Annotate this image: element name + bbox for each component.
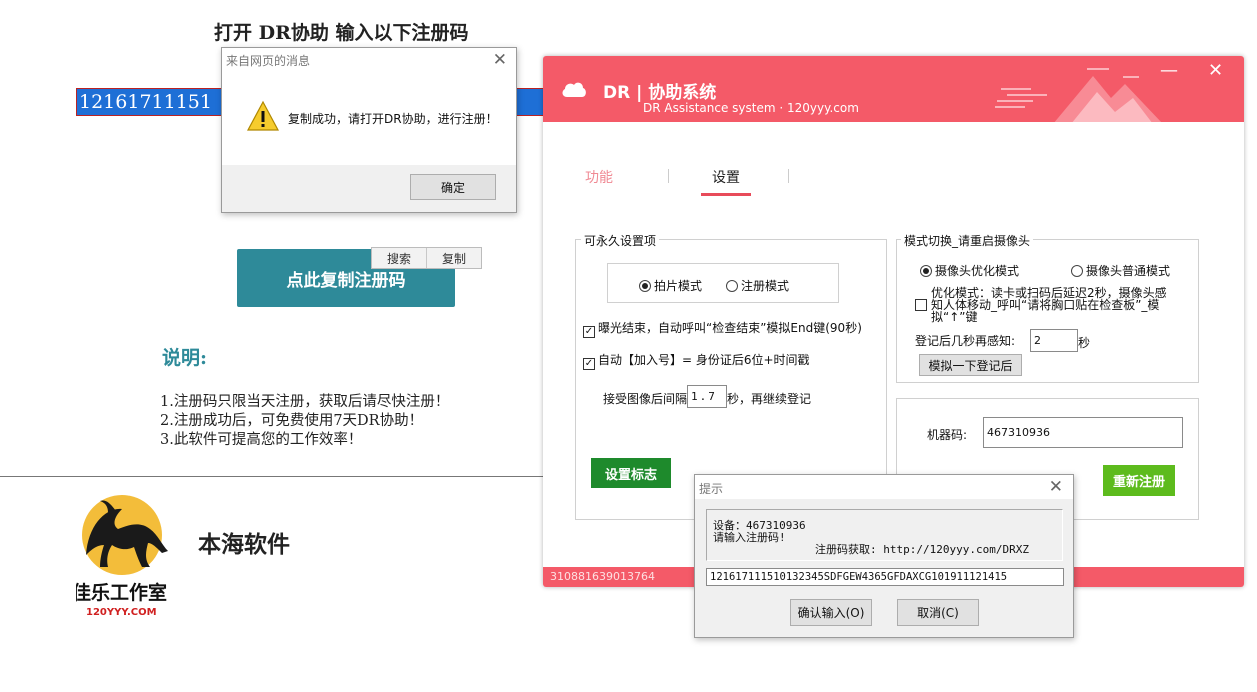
- logo: 佳乐工作室 120YYY.COM: [72, 495, 186, 620]
- app-subtitle: DR Assistance system · 120yyy.com: [643, 101, 859, 115]
- radio-checked-icon: [639, 280, 651, 292]
- optimized-hint-checkbox[interactable]: [915, 299, 927, 311]
- radio-camera-optimized[interactable]: 摄像头优化模式: [920, 262, 1019, 279]
- notes-title: 说明:: [162, 347, 208, 369]
- radio-label: 拍片模式: [654, 279, 703, 293]
- context-menu-search[interactable]: 搜索: [372, 248, 427, 268]
- close-icon[interactable]: ✕: [1208, 60, 1223, 81]
- app-title: DR | 协助系统: [603, 83, 717, 103]
- tab-settings[interactable]: 设置: [712, 167, 740, 187]
- message-box-footer: 确定: [222, 165, 516, 212]
- logo-url: 120YYY.COM: [86, 607, 157, 618]
- app-header: DR | 协助系统 DR Assistance system · 120yyy.…: [543, 56, 1244, 122]
- radio-checked-icon: [920, 265, 932, 277]
- note-item: 2.注册成功后，可免费使用7天DR协助！: [160, 413, 424, 429]
- tab-function[interactable]: 功能: [585, 167, 613, 187]
- radio-label: 注册模式: [741, 279, 790, 293]
- re-register-button[interactable]: 重新注册: [1103, 465, 1175, 496]
- auto-add-checkbox[interactable]: ✓ 自动【加入号】= 身份证后6位+时间戳: [583, 351, 810, 370]
- simulate-register-button[interactable]: 模拟一下登记后: [919, 354, 1022, 376]
- context-menu: 搜索 复制: [371, 247, 482, 269]
- panther-logo-icon: 佳乐工作室 120YYY.COM: [72, 495, 168, 618]
- confirm-input-button[interactable]: 确认输入(O): [790, 599, 872, 626]
- exposure-checkbox[interactable]: ✓ 曝光结束，自动呼叫“检查结束”模拟End键(90秒): [583, 319, 862, 338]
- footer-code: 310881639013764: [550, 570, 655, 583]
- reg-code-value: 12161711151: [79, 91, 212, 113]
- sense-delay-input[interactable]: 2: [1030, 329, 1078, 352]
- permanent-settings-label: 可永久设置项: [581, 232, 660, 249]
- page-heading: 打开 DR协助 输入以下注册码: [214, 22, 469, 44]
- message-box-text: 复制成功，请打开DR协助，进行注册！: [288, 112, 498, 126]
- camera-mode-label: 模式切换_请重启摄像头: [901, 232, 1034, 249]
- radio-label: 摄像头优化模式: [935, 264, 1020, 278]
- interval-input[interactable]: 1.7: [687, 385, 727, 408]
- radio-unchecked-icon: [726, 280, 738, 292]
- radio-photo-mode[interactable]: 拍片模式: [639, 277, 702, 294]
- radio-register-mode[interactable]: 注册模式: [726, 277, 789, 294]
- prompt-title: 提示: [699, 482, 724, 496]
- interval-label: 接受图像后间隔: [603, 392, 688, 406]
- active-tab-indicator: [701, 193, 751, 196]
- cloud-icon: [562, 82, 586, 97]
- close-icon[interactable]: ✕: [1049, 477, 1063, 497]
- checkbox-label: 曝光结束，自动呼叫“检查结束”模拟End键(90秒): [598, 321, 862, 335]
- optimized-hint: 优化模式：读卡或扫码后延迟2秒，摄像头感 知人体移动_呼叫“请将胸口贴在检查板”…: [931, 287, 1181, 323]
- context-menu-copy[interactable]: 复制: [427, 248, 481, 268]
- radio-label: 摄像头普通模式: [1086, 264, 1171, 278]
- warning-icon: [246, 100, 280, 131]
- sense-delay-label: 登记后几秒再感知:: [915, 334, 1016, 348]
- hint-line: 拟“↑”键: [931, 310, 978, 324]
- cancel-button[interactable]: 取消(C): [897, 599, 979, 626]
- prompt-titlebar: 提示 ✕: [695, 475, 1073, 499]
- sense-delay-unit: 秒: [1078, 336, 1091, 350]
- prompt-dialog: 提示 ✕ 设备：467310936 请输入注册码! 注册码获取: http://…: [694, 474, 1074, 638]
- machine-code-label: 机器码:: [927, 428, 968, 442]
- checkbox-label: 自动【加入号】= 身份证后6位+时间戳: [598, 353, 810, 367]
- close-icon[interactable]: ✕: [493, 50, 507, 70]
- radio-camera-normal[interactable]: 摄像头普通模式: [1071, 262, 1170, 279]
- logo-name: 佳乐工作室: [76, 581, 167, 604]
- ok-button[interactable]: 确定: [410, 174, 496, 200]
- checkmark-icon: ✓: [583, 358, 595, 370]
- set-flag-button[interactable]: 设置标志: [591, 458, 671, 488]
- reg-code-input[interactable]: 121617111510132345SDFGEW4365GFDAXCG10191…: [706, 568, 1064, 586]
- note-item: 1.注册码只限当天注册，获取后请尽快注册！: [160, 394, 450, 410]
- message-box: 来自网页的消息 ✕ 复制成功，请打开DR协助，进行注册！ 确定: [221, 47, 517, 213]
- minimize-icon[interactable]: —: [1160, 60, 1178, 81]
- tab-separator: [788, 169, 789, 183]
- tab-separator: [668, 169, 669, 183]
- company-name: 本海软件: [198, 531, 290, 558]
- radio-unchecked-icon: [1071, 265, 1083, 277]
- note-item: 3.此软件可提高您的工作效率！: [160, 432, 363, 448]
- machine-code-input[interactable]: 467310936: [983, 417, 1183, 448]
- checkmark-icon: ✓: [583, 326, 595, 338]
- message-box-title: 来自网页的消息: [226, 54, 311, 68]
- prompt-ask: 请输入注册码!: [713, 531, 786, 544]
- prompt-get-code: 注册码获取: http://120yyy.com/DRXZ: [815, 543, 1029, 556]
- interval-suffix: 秒，再继续登记: [727, 392, 812, 406]
- divider: [0, 476, 545, 477]
